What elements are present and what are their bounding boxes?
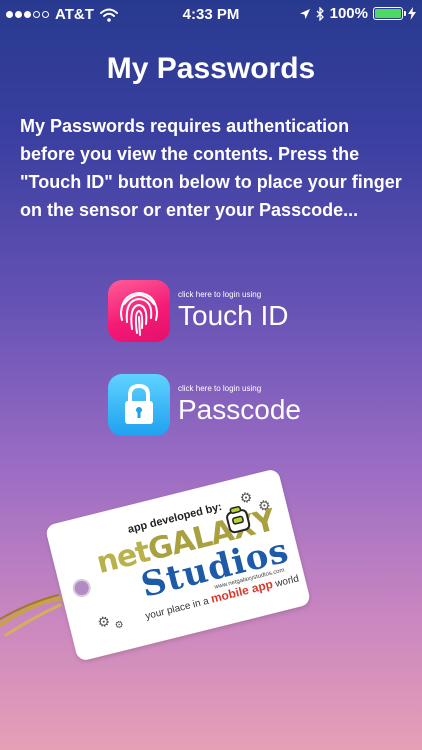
location-arrow-icon bbox=[299, 8, 310, 19]
app-screen: AT&T 4:33 PM 100% My Passwords My Passwo… bbox=[0, 0, 422, 750]
battery-tip bbox=[404, 11, 406, 16]
passcode-label: Passcode bbox=[178, 394, 301, 425]
fingerprint-icon bbox=[108, 280, 170, 342]
padlock-icon bbox=[108, 374, 170, 436]
slogan-after: world bbox=[274, 573, 301, 590]
page-title: My Passwords bbox=[106, 52, 316, 85]
passcode-login-button[interactable]: click here to login using Passcode bbox=[108, 374, 348, 436]
gear-icon: ⚙ bbox=[113, 619, 126, 632]
authentication-description: My Passwords requires authentication bef… bbox=[20, 116, 402, 220]
status-right: 100% bbox=[299, 5, 416, 22]
charging-bolt-icon bbox=[408, 7, 416, 20]
battery-percent: 100% bbox=[329, 5, 368, 22]
battery-level bbox=[375, 9, 401, 18]
touch-id-login-button[interactable]: click here to login using Touch ID bbox=[108, 280, 348, 342]
touch-id-label: Touch ID bbox=[178, 300, 289, 331]
passcode-hint: click here to login using bbox=[178, 384, 262, 393]
tag-hole bbox=[70, 577, 93, 599]
developer-tag[interactable]: app developed by: ⚙ ⚙ ⚙ ⚙ netGALAXY Stud… bbox=[0, 455, 340, 685]
status-bar: AT&T 4:33 PM 100% bbox=[0, 0, 422, 30]
gear-icon: ⚙ bbox=[95, 612, 112, 631]
touch-id-hint: click here to login using bbox=[178, 290, 262, 299]
battery-icon bbox=[373, 7, 406, 20]
bluetooth-icon bbox=[316, 6, 324, 21]
